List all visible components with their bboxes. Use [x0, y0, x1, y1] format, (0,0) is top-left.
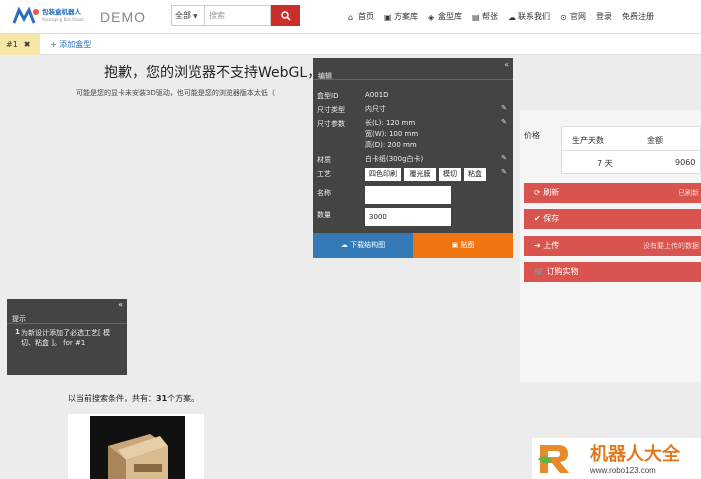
result-count: 以当前搜索条件，共有：31个方案。: [68, 394, 200, 403]
link-icon: ⊙: [560, 13, 567, 22]
upload-icon: ➜: [534, 241, 544, 250]
watermark-title: 机器人大全: [590, 444, 680, 465]
nav-login[interactable]: 登录: [596, 11, 612, 22]
edit-icon[interactable]: ✎: [501, 168, 507, 176]
edit-icon[interactable]: ✎: [501, 154, 507, 162]
size-type-value: 内尺寸: [365, 105, 386, 113]
cloud-download-icon: ☁: [340, 241, 351, 249]
refresh-status: 已刷新: [678, 189, 699, 197]
edit-panel-title: 编辑: [318, 72, 332, 80]
quantity-label: 数量: [317, 211, 331, 219]
upload-status: 没有要上传的数据: [643, 242, 699, 250]
price-table: 生产天数 金额 7 天 9060: [561, 126, 701, 174]
edit-panel: « 编辑 盒型ID A001D 尺寸类型 内尺寸 ✎ 尺寸参数 长(L): 12…: [313, 58, 513, 258]
size-length: 长(L): 120 mm: [365, 119, 416, 127]
production-days-value: 7 天: [597, 159, 613, 168]
size-width: 宽(W): 100 mm: [365, 130, 419, 138]
collapse-icon[interactable]: «: [504, 60, 509, 69]
nav-box-types[interactable]: ◈ 盒型库: [428, 11, 462, 22]
process-chip[interactable]: 模切: [439, 168, 461, 181]
nav-official-site[interactable]: ⊙ 官网: [560, 11, 586, 22]
nav-solutions[interactable]: ▣ 方案库: [384, 11, 418, 22]
amount-value: 9060: [675, 158, 696, 167]
size-params-label: 尺寸参数: [317, 120, 345, 128]
download-structure-button[interactable]: ☁ 下载结构图: [313, 233, 413, 258]
nav-help[interactable]: ▤ 帮张: [472, 11, 498, 22]
size-height: 高(D): 200 mm: [365, 141, 417, 149]
tip-panel: « 提示 1 为新设计添加了必选工艺[ 模切、粘盒 ]。 for #1: [7, 299, 127, 375]
watermark: 机器人大全 www.robo123.com: [532, 438, 701, 479]
webgl-error-subtitle: 可能是您的显卡未安装3D驱动，也可能是您的浏览器版本太低（: [76, 89, 275, 97]
search-bar: 全部 ▼ 搜索: [171, 5, 300, 26]
search-scope-select[interactable]: 全部 ▼: [171, 5, 204, 26]
search-button[interactable]: [271, 5, 300, 26]
edit-icon[interactable]: ✎: [501, 118, 507, 126]
box-id-value: A001D: [365, 91, 389, 99]
quantity-input[interactable]: 3000: [365, 208, 451, 226]
process-chip[interactable]: 粘盒: [464, 168, 486, 181]
check-circle-icon: ✔: [534, 214, 544, 223]
cloud-icon: ☁: [508, 13, 516, 22]
add-box-type-button[interactable]: + 添加盒型: [50, 39, 91, 50]
column-header-days: 生产天数: [572, 136, 604, 145]
order-sample-button[interactable]: 🛒 订购实物: [524, 262, 701, 282]
tip-message: 为新设计添加了必选工艺[ 模切、粘盒 ]。 for #1: [21, 329, 110, 347]
top-navbar: 包装盒机器人 Packaging Box Robot DEMO 全部 ▼ 搜索 ⌂…: [0, 0, 701, 34]
logo-text: 包装盒机器人: [42, 8, 81, 16]
box-id-label: 盒型ID: [317, 92, 339, 100]
main-nav: ⌂ 首页 ▣ 方案库 ◈ 盒型库 ▤ 帮张 ☁ 联系我们 ⊙ 官网 登录 免费注册: [348, 11, 664, 22]
name-input[interactable]: [365, 186, 451, 204]
logo-subtitle: Packaging Box Robot: [42, 17, 84, 22]
tab-design-1[interactable]: #1 ✖: [0, 34, 40, 55]
name-label: 名称: [317, 189, 331, 197]
divider: [7, 323, 127, 324]
book-icon: ▤: [472, 13, 480, 22]
solution-thumbnail[interactable]: [68, 414, 204, 479]
edit-icon[interactable]: ✎: [501, 104, 507, 112]
column-header-amount: 金额: [647, 136, 663, 145]
nav-home[interactable]: ⌂ 首页: [348, 11, 374, 22]
price-label: 价格: [524, 131, 540, 140]
demo-label: DEMO: [100, 9, 146, 25]
webgl-error-title: 抱歉，您的浏览器不支持WebGL，从: [104, 65, 316, 81]
nav-contact[interactable]: ☁ 联系我们: [508, 11, 550, 22]
process-label: 工艺: [317, 170, 331, 178]
close-icon[interactable]: ✖: [24, 40, 31, 49]
search-input[interactable]: 搜索: [204, 5, 271, 26]
upload-button[interactable]: ➜ 上传 没有要上传的数据: [524, 236, 701, 256]
watermark-url: www.robo123.com: [590, 466, 656, 475]
nav-register[interactable]: 免费注册: [622, 11, 654, 22]
process-chip[interactable]: 覆光膜: [404, 168, 436, 181]
plus-icon: +: [50, 40, 60, 49]
tip-number: 1: [15, 328, 20, 336]
texture-map-button[interactable]: ▣ 贴图: [413, 233, 513, 258]
size-type-label: 尺寸类型: [317, 106, 345, 114]
collapse-icon[interactable]: «: [118, 300, 123, 309]
box-icon: ◈: [428, 13, 435, 22]
cart-icon: 🛒: [534, 267, 547, 276]
refresh-button[interactable]: ⟳ 刷新 已刷新: [524, 183, 701, 203]
material-label: 材质: [317, 156, 331, 164]
search-icon: [280, 10, 291, 21]
edit-panel-header: « 编辑: [313, 58, 513, 80]
image-icon: ▣: [384, 13, 392, 22]
chevron-down-icon: ▼: [193, 13, 198, 20]
tab-bar: #1 ✖ + 添加盒型: [0, 34, 701, 55]
material-value: 白卡纸(300g白卡): [365, 155, 424, 163]
home-icon: ⌂: [348, 13, 354, 22]
process-chip[interactable]: 四色印刷: [365, 168, 401, 181]
box-preview-image: [90, 416, 185, 479]
robot-logo-icon: [538, 445, 569, 473]
save-button[interactable]: ✔ 保存: [524, 209, 701, 229]
refresh-icon: ⟳: [534, 188, 544, 197]
logo-icon[interactable]: [12, 7, 40, 25]
